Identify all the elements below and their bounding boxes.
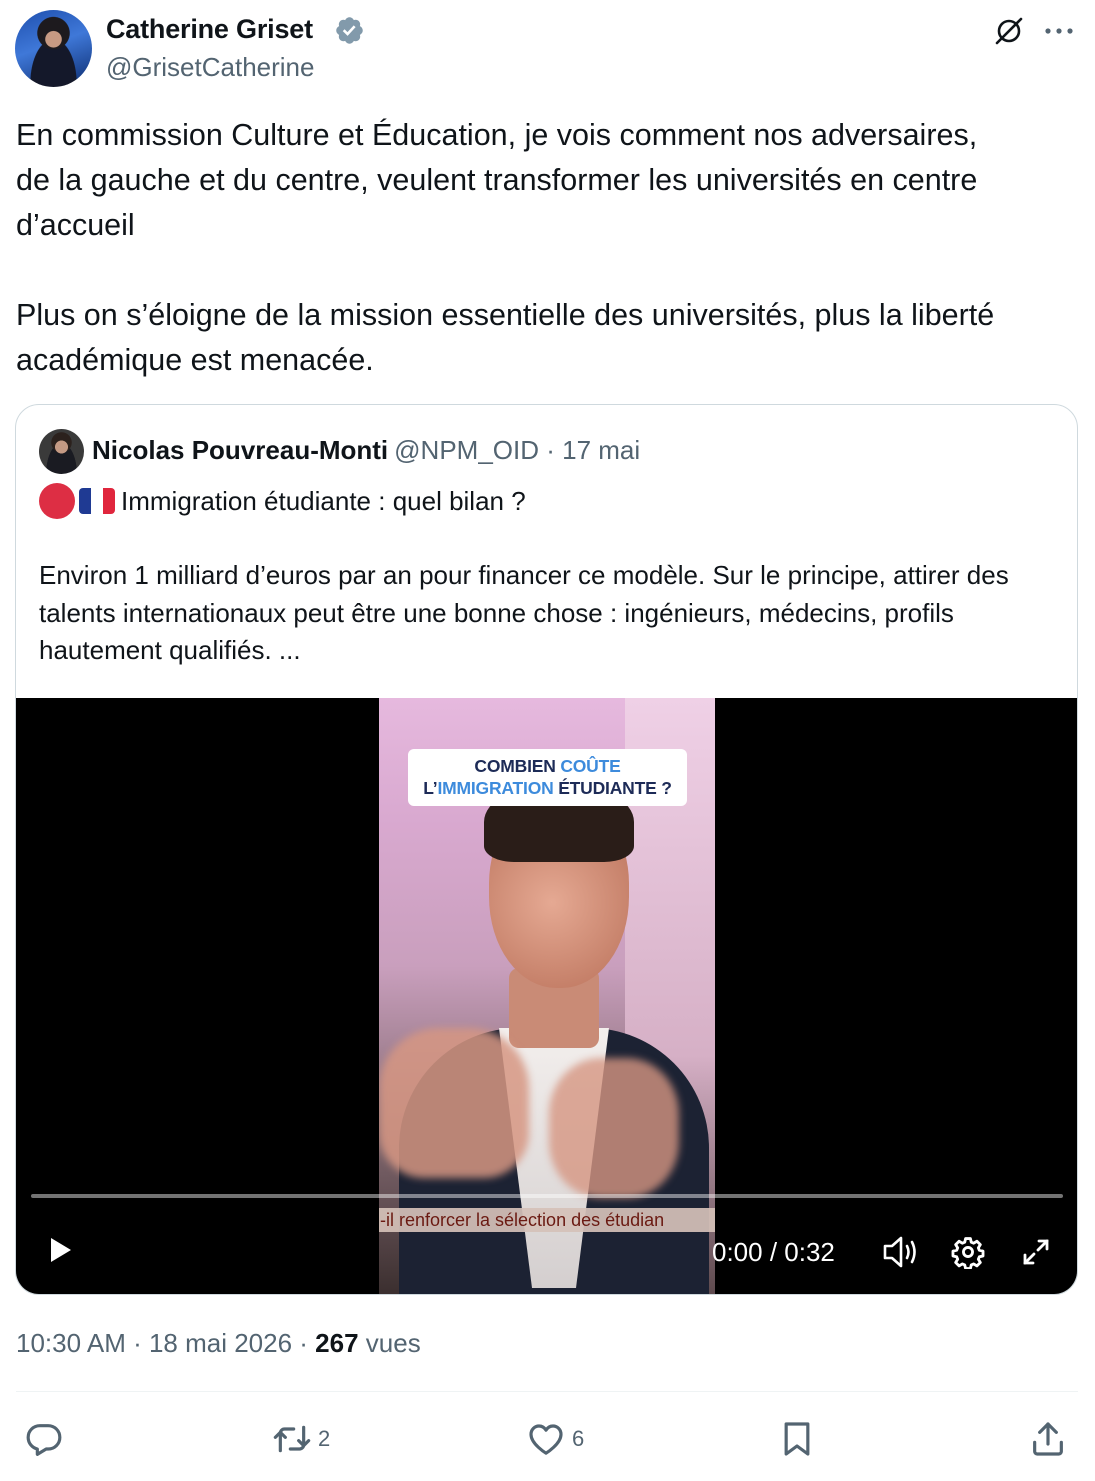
fullscreen-icon[interactable] (1019, 1235, 1053, 1269)
france-flag-icon (79, 488, 115, 514)
retweet-count: 2 (318, 1426, 331, 1451)
quote-title: Immigration étudiante : quel bilan ? (39, 483, 526, 519)
views-count: 267 (315, 1328, 359, 1358)
grok-icon[interactable] (992, 14, 1026, 48)
video-time: 0:00 / 0:32 (712, 1237, 835, 1267)
red-circle-icon (39, 483, 75, 519)
like-button[interactable]: 6 (526, 1418, 584, 1460)
quote-title-text: Immigration étudiante : quel bilan ? (121, 485, 526, 516)
divider (16, 1391, 1078, 1392)
author-name[interactable]: Catherine Griset (106, 14, 313, 45)
author-avatar[interactable] (15, 10, 92, 87)
overlay-text-highlight: COÛTE (560, 756, 621, 776)
overlay-text: L’ (423, 778, 438, 798)
quoted-post[interactable]: Nicolas Pouvreau-Monti @NPM_OID · 17 mai … (15, 404, 1078, 1295)
settings-gear-icon[interactable] (951, 1235, 985, 1269)
share-button[interactable] (1028, 1418, 1068, 1460)
video-frame: COMBIEN COÛTE L’IMMIGRATION ÉTUDIANTE ? … (379, 698, 715, 1294)
like-count: 6 (572, 1426, 585, 1451)
post-timestamp: 10:30 AM · 18 mai 2026 · 267 vues (16, 1328, 421, 1359)
overlay-text: COMBIEN (474, 756, 561, 776)
heart-icon (529, 1424, 563, 1455)
quote-author-avatar[interactable] (39, 429, 84, 474)
video-progress-bar[interactable] (31, 1194, 1063, 1198)
post-time[interactable]: 10:30 AM · 18 mai 2026 · (16, 1328, 315, 1358)
tweet-paragraph: En commission Culture et Éducation, je v… (16, 118, 978, 242)
video-overlay-title: COMBIEN COÛTE L’IMMIGRATION ÉTUDIANTE ? (408, 749, 687, 806)
video-player[interactable]: COMBIEN COÛTE L’IMMIGRATION ÉTUDIANTE ? … (16, 698, 1077, 1294)
more-options-icon[interactable] (1042, 18, 1076, 44)
reply-icon (26, 1424, 62, 1456)
quote-header: Nicolas Pouvreau-Monti @NPM_OID · 17 mai (92, 435, 640, 466)
retweet-button[interactable]: 2 (272, 1418, 330, 1460)
quote-text: Environ 1 milliard d’euros par an pour f… (39, 560, 1009, 665)
bookmark-icon (784, 1422, 810, 1456)
reply-button[interactable] (24, 1418, 70, 1460)
volume-icon[interactable] (882, 1234, 920, 1270)
quote-handle-date: @NPM_OID · 17 mai (394, 435, 641, 465)
bookmark-button[interactable] (777, 1418, 817, 1460)
author-handle[interactable]: @GrisetCatherine (106, 52, 314, 83)
verified-badge-icon (336, 17, 363, 44)
tweet-text: En commission Culture et Éducation, je v… (16, 113, 1081, 383)
play-icon[interactable] (44, 1234, 76, 1266)
overlay-text: ÉTUDIANTE ? (553, 778, 672, 798)
tweet-paragraph: Plus on s’éloigne de la mission essentie… (16, 298, 995, 377)
quote-author-name[interactable]: Nicolas Pouvreau-Monti (92, 435, 388, 465)
overlay-text-highlight: IMMIGRATION (437, 778, 554, 798)
video-subtitle: -il renforcer la sélection des étudian (379, 1208, 715, 1232)
views-label: vues (358, 1328, 421, 1358)
retweet-icon (273, 1425, 311, 1453)
share-icon (1033, 1422, 1063, 1456)
